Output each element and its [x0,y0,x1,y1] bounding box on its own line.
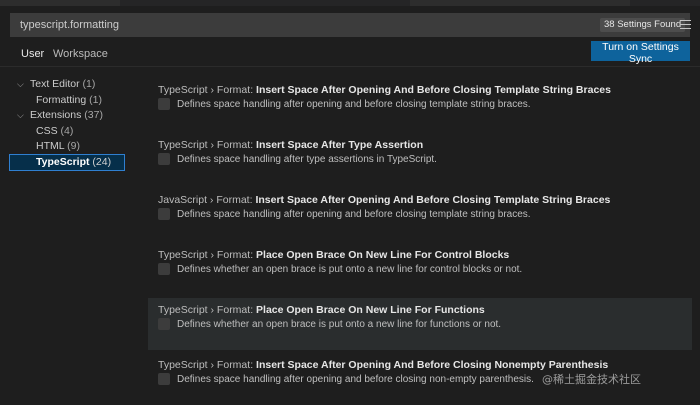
setting-title: TypeScript › Format: Place Open Brace On… [158,249,509,261]
chevron-down-icon: ⌵ [17,110,24,120]
setting-name: Insert Space After Type Assertion [256,139,424,151]
setting-category: TypeScript › Format: [158,249,257,261]
setting-name: Insert Space After Opening And Before Cl… [255,194,611,206]
setting-title: TypeScript › Format: Insert Space After … [158,84,611,96]
setting-category: JavaScript › Format: [158,194,256,206]
toc-item-css[interactable]: CSS (4) [10,124,124,140]
setting-checkbox[interactable] [158,318,170,330]
settings-search-input[interactable] [10,13,570,37]
toc-item-count: (37) [84,109,103,121]
setting-title: TypeScript › Format: Insert Space After … [158,139,423,151]
setting-title: TypeScript › Format: Place Open Brace On… [158,304,485,316]
toc-item-extensions[interactable]: ⌵ Extensions (37) [10,108,124,124]
setting-category: TypeScript › Format: [158,139,257,151]
setting-name: Insert Space After Opening And Before Cl… [256,359,609,371]
header-divider [0,66,700,67]
editor-tab-strip [0,0,700,6]
chevron-down-icon: ⌵ [17,79,24,89]
setting-checkbox[interactable] [158,373,170,385]
setting-name: Insert Space After Opening And Before Cl… [256,84,611,96]
setting-category: TypeScript › Format: [158,304,257,316]
toc-item-formatting[interactable]: Formatting (1) [10,93,124,109]
setting-category: TypeScript › Format: [158,359,257,371]
tab-workspace[interactable]: Workspace [53,44,108,66]
toc-item-count: (1) [82,78,96,90]
toc-item-label: CSS [36,124,58,137]
settings-search-box[interactable]: 38 Settings Found [10,13,691,37]
settings-toc: ⌵ Text Editor (1) Formatting (1) ⌵ Exten… [9,77,125,171]
setting-name: Place Open Brace On New Line For Control… [256,249,510,261]
filter-list-icon[interactable] [680,20,691,30]
editor-tab[interactable] [410,0,630,6]
setting-category: TypeScript › Format: [158,84,257,96]
setting-checkbox[interactable] [158,153,170,165]
toc-item-label: Extensions [30,109,82,121]
toc-item-typescript[interactable]: TypeScript (24) [9,153,125,171]
toc-item-count: (9) [67,140,80,152]
setting-item: TypeScript › Format: Place Open Brace On… [148,243,692,295]
results-count-badge: 38 Settings Found [600,18,686,32]
setting-checkbox[interactable] [158,263,170,275]
toc-item-count: (4) [60,124,74,137]
setting-checkbox[interactable] [158,208,170,220]
toc-item-label: Formatting [36,93,87,106]
toc-item-label: Text Editor [30,78,80,90]
setting-item: TypeScript › Format: Insert Space After … [148,133,692,185]
setting-title: JavaScript › Format: Insert Space After … [158,194,610,206]
toc-item-label: TypeScript [36,155,90,168]
toc-item-count: (1) [89,93,102,106]
tab-user[interactable]: User [20,44,46,67]
setting-description: Defines space handling after opening and… [177,209,531,220]
setting-description: Defines space handling after opening and… [177,99,531,110]
setting-description: Defines space handling after type assert… [177,154,437,165]
turn-on-settings-sync-button[interactable]: Turn on Settings Sync [591,41,690,65]
toc-item-text-editor[interactable]: ⌵ Text Editor (1) [10,77,124,93]
setting-description: Defines whether an open brace is put ont… [177,319,502,330]
toc-item-label: HTML [36,140,65,152]
setting-checkbox[interactable] [158,98,170,110]
toc-item-count: (24) [92,155,112,168]
setting-name: Place Open Brace On New Line For Functio… [256,304,485,316]
setting-description: Defines space handling after opening and… [177,374,534,385]
setting-item: JavaScript › Format: Insert Space After … [148,188,692,240]
setting-title: TypeScript › Format: Insert Space After … [158,359,608,371]
toc-item-html[interactable]: HTML (9) [10,139,124,155]
watermark: @稀土掘金技术社区 [542,373,641,386]
setting-item-focused: TypeScript › Format: Place Open Brace On… [148,298,692,350]
editor-tab[interactable] [0,0,120,6]
setting-item: TypeScript › Format: Insert Space After … [148,78,692,130]
setting-description: Defines whether an open brace is put ont… [177,264,523,275]
